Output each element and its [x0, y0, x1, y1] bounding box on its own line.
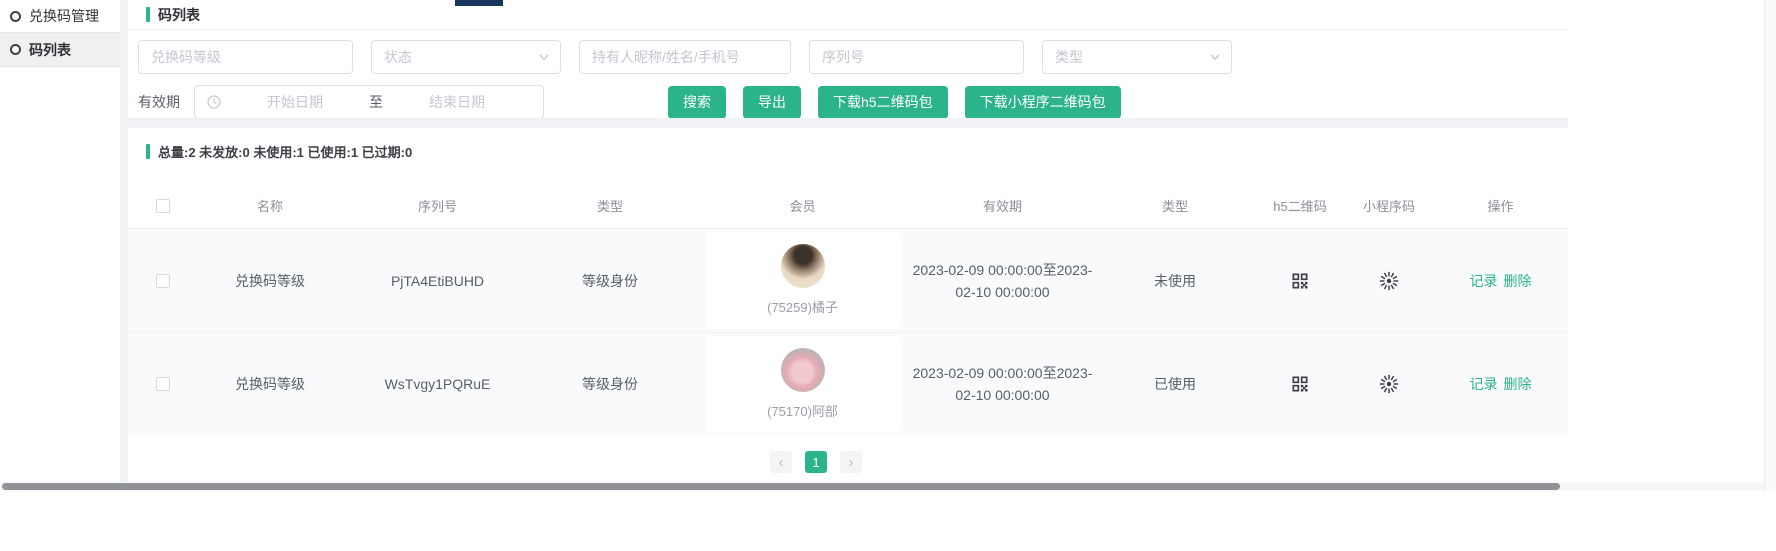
card-title-row: 码列表 — [128, 0, 1568, 30]
header-type: 类型 — [525, 196, 695, 215]
summary-row: 总量:2 未发放:0 未使用:1 已使用:1 已过期:0 — [128, 128, 1568, 161]
holder-input[interactable] — [579, 40, 791, 74]
chevron-down-icon — [538, 51, 550, 63]
row-actions: 记录 删除 — [1470, 374, 1532, 394]
download-miniprogram-qr-button[interactable]: 下载小程序二维码包 — [965, 86, 1121, 119]
table-card: 总量:2 未发放:0 未使用:1 已使用:1 已过期:0 名称 序列号 类型 会… — [128, 128, 1568, 482]
table-row: 兑换码等级 PjTA4EtiBUHD 等级身份 (75259)橘子 2023-0… — [128, 229, 1568, 332]
sidebar: 兑换码管理 码列表 — [0, 0, 120, 482]
header-h5-qr: h5二维码 — [1255, 196, 1345, 215]
app-window: 兑换码管理 码列表 码列表 状态 — [0, 0, 1776, 482]
cell-serial: PjTA4EtiBUHD — [350, 273, 525, 289]
type-select[interactable]: 类型 — [1042, 40, 1232, 74]
top-edge-artifact — [455, 0, 503, 6]
avatar — [781, 348, 825, 392]
pagination: ‹ 1 › — [770, 451, 862, 473]
clock-icon — [207, 95, 221, 109]
vertical-scrollbar[interactable] — [1764, 0, 1776, 491]
h5-qr-code-icon[interactable] — [1255, 374, 1345, 394]
circle-icon — [10, 11, 21, 22]
horizontal-scrollbar[interactable] — [0, 482, 1764, 491]
member-name: (75259)橘子 — [767, 297, 838, 316]
summary-text: 总量:2 未发放:0 未使用:1 已使用:1 已过期:0 — [158, 142, 412, 161]
table-row: 兑换码等级 WsTvgy1PQRuE 等级身份 (75170)阿部 2023-0… — [128, 332, 1568, 435]
row-checkbox[interactable] — [156, 274, 170, 288]
summary-accent-bar — [146, 144, 150, 159]
download-h5-qr-button[interactable]: 下载h5二维码包 — [818, 86, 948, 119]
cell-validity: 2023-02-09 00:00:00至2023-02-10 00:00:00 — [910, 362, 1095, 406]
delete-link[interactable]: 删除 — [1504, 271, 1532, 291]
serial-input[interactable] — [809, 40, 1024, 74]
member-card: (75170)阿部 — [705, 336, 901, 433]
code-level-input[interactable] — [138, 40, 353, 74]
cell-status: 已使用 — [1095, 374, 1255, 394]
row-actions: 记录 删除 — [1470, 271, 1532, 291]
date-range-picker[interactable]: 开始日期 至 结束日期 — [194, 85, 544, 119]
cell-type: 等级身份 — [525, 374, 695, 394]
sidebar-divider — [120, 0, 128, 482]
start-date-placeholder: 开始日期 — [221, 92, 369, 112]
action-button-group: 搜索 导出 下载h5二维码包 下载小程序二维码包 — [668, 86, 1121, 119]
select-all-checkbox[interactable] — [156, 199, 170, 213]
page-title: 码列表 — [158, 5, 200, 25]
table-header-row: 名称 序列号 类型 会员 有效期 类型 h5二维码 小程序码 操作 — [128, 183, 1568, 229]
header-name: 名称 — [190, 196, 350, 215]
header-miniprogram-qr: 小程序码 — [1345, 196, 1433, 215]
header-serial: 序列号 — [350, 196, 525, 215]
pagination-next-icon[interactable]: › — [840, 451, 862, 473]
member-card: (75259)橘子 — [705, 232, 901, 329]
delete-link[interactable]: 删除 — [1504, 374, 1532, 394]
status-select[interactable]: 状态 — [371, 40, 561, 74]
card-gap — [128, 118, 1568, 128]
sidebar-item-label: 兑换码管理 — [29, 6, 99, 26]
filter-row-2: 有效期 开始日期 至 结束日期 搜索 导出 下载h5二维码包 下载小程序二维码包 — [138, 85, 1568, 119]
pagination-page-1[interactable]: 1 — [805, 451, 827, 473]
cell-status: 未使用 — [1095, 271, 1255, 291]
title-accent-bar — [146, 7, 150, 22]
end-date-placeholder: 结束日期 — [383, 92, 531, 112]
search-button[interactable]: 搜索 — [668, 86, 726, 119]
row-checkbox[interactable] — [156, 377, 170, 391]
header-member: 会员 — [695, 196, 910, 215]
validity-label: 有效期 — [138, 92, 180, 112]
cell-validity: 2023-02-09 00:00:00至2023-02-10 00:00:00 — [910, 259, 1095, 303]
cell-name: 兑换码等级 — [190, 271, 350, 291]
horizontal-scrollbar-thumb[interactable] — [2, 483, 1560, 490]
record-link[interactable]: 记录 — [1470, 374, 1498, 394]
miniprogram-sun-code-icon[interactable] — [1345, 270, 1433, 292]
member-name: (75170)阿部 — [767, 401, 838, 420]
record-link[interactable]: 记录 — [1470, 271, 1498, 291]
header-status: 类型 — [1095, 196, 1255, 215]
chevron-down-icon — [1209, 51, 1221, 63]
sidebar-item-label: 码列表 — [29, 40, 71, 60]
cell-serial: WsTvgy1PQRuE — [350, 376, 525, 392]
date-range-separator: 至 — [369, 92, 383, 112]
pagination-prev-icon[interactable]: ‹ — [770, 451, 792, 473]
header-actions: 操作 — [1433, 196, 1568, 215]
h5-qr-code-icon[interactable] — [1255, 271, 1345, 291]
sidebar-item-code-manage[interactable]: 兑换码管理 — [0, 0, 120, 33]
avatar — [781, 244, 825, 288]
circle-icon — [10, 44, 21, 55]
export-button[interactable]: 导出 — [743, 86, 801, 119]
main-content: 码列表 状态 类型 — [128, 0, 1776, 482]
sidebar-item-code-list[interactable]: 码列表 — [0, 33, 120, 67]
miniprogram-sun-code-icon[interactable] — [1345, 373, 1433, 395]
cell-name: 兑换码等级 — [190, 374, 350, 394]
cell-type: 等级身份 — [525, 271, 695, 291]
type-select-value: 类型 — [1055, 47, 1083, 67]
filter-card: 码列表 状态 类型 — [128, 0, 1568, 118]
filter-row-1: 状态 类型 — [138, 40, 1568, 74]
status-select-value: 状态 — [384, 47, 412, 67]
header-validity: 有效期 — [910, 196, 1095, 215]
